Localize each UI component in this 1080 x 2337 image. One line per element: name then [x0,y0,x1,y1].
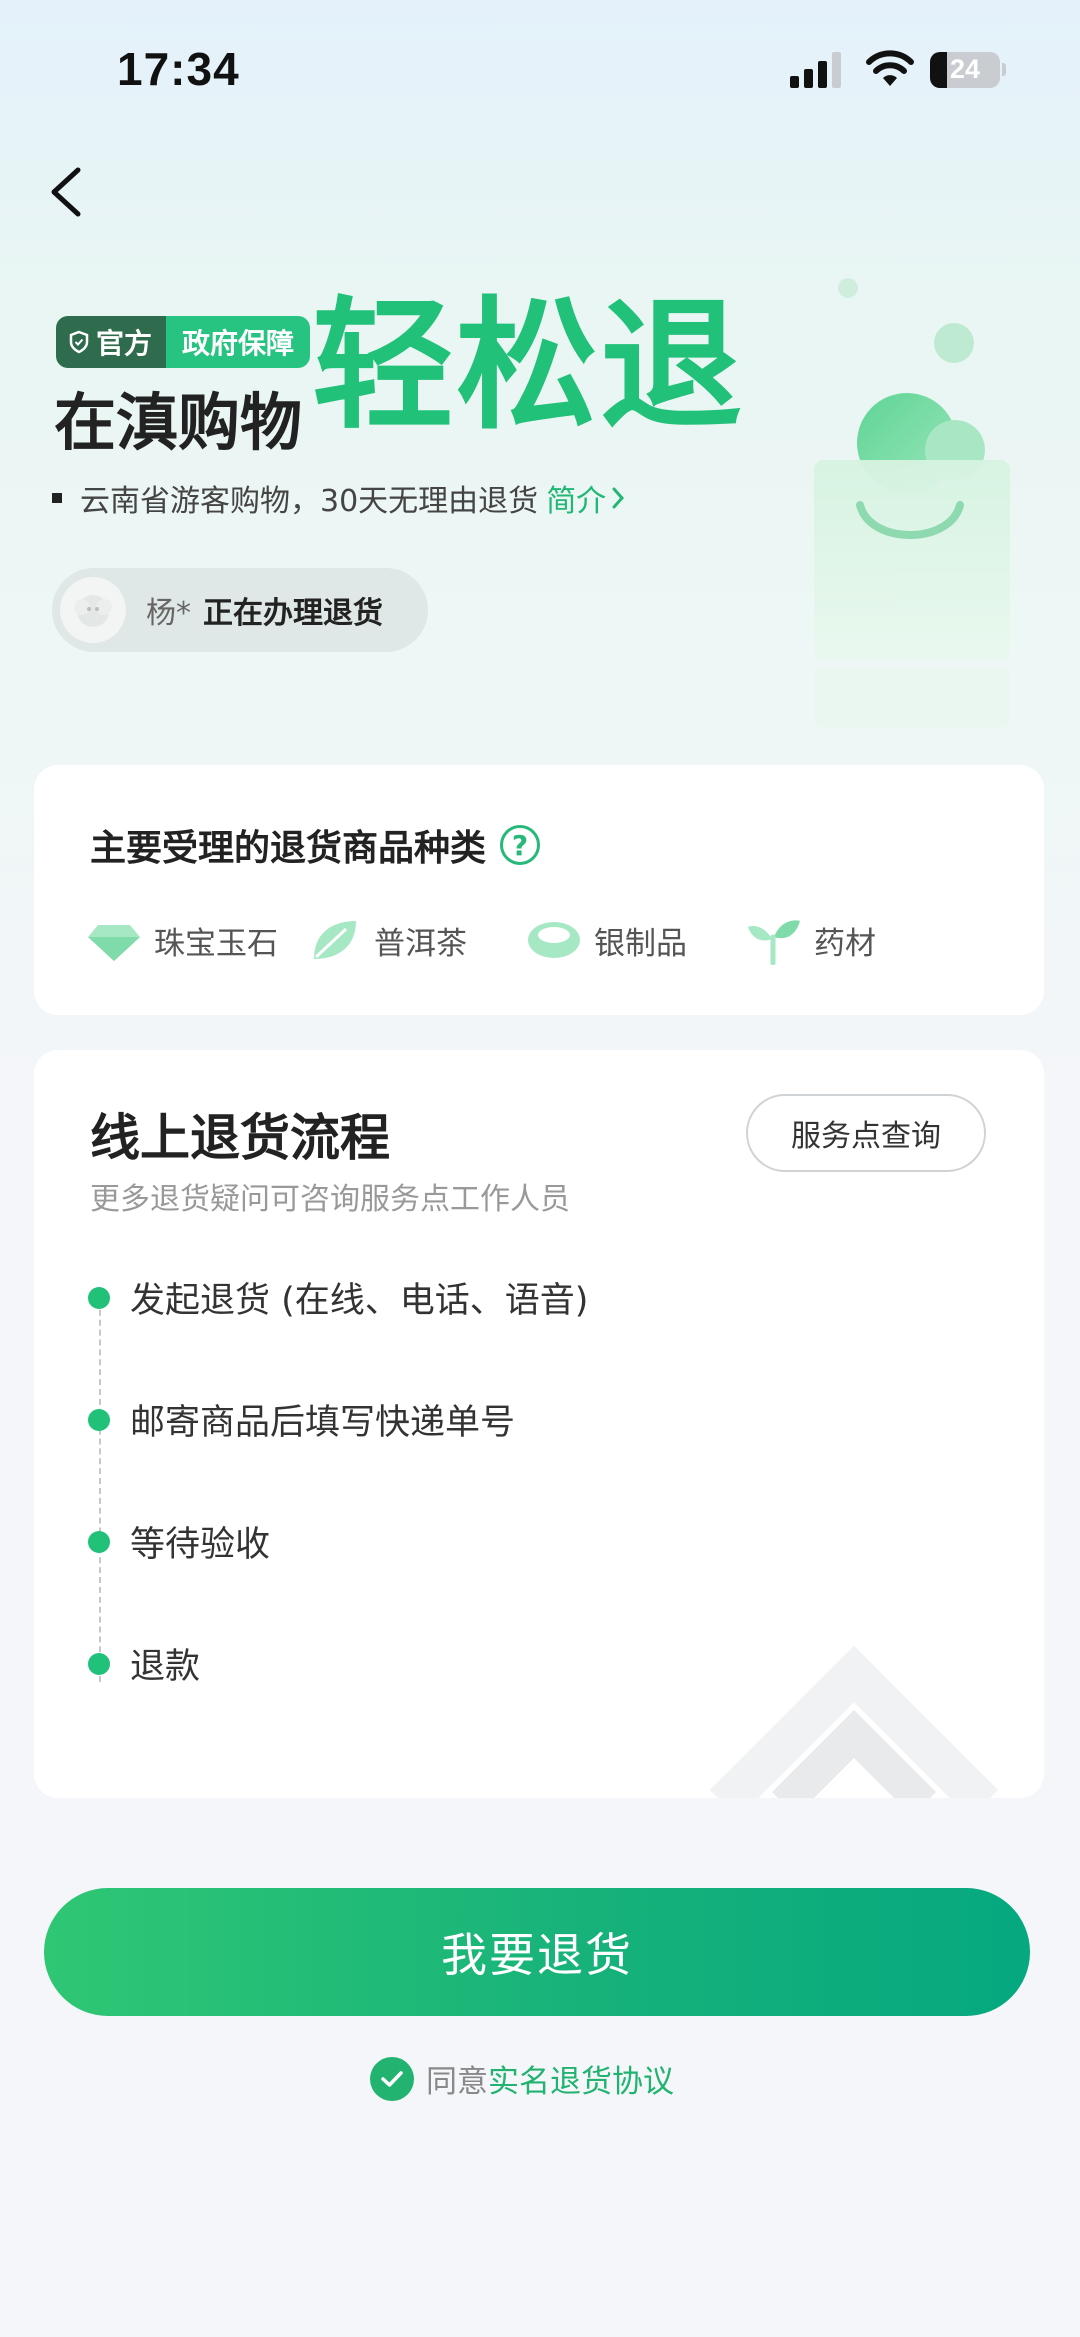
step-item: 等待验收 [88,1516,270,1567]
status-time: 17:34 [117,43,240,95]
shield-icon [69,330,89,354]
return-notification: 杨* 正在办理退货 [52,568,428,652]
category-herb: 药材 [746,915,896,965]
categories-title: 主要受理的退货商品种类 [90,828,487,869]
hero-subtitle-row: 云南省游客购物，30天无理由退货 简介 [52,476,626,520]
notify-status: 正在办理退货 [203,596,383,631]
chevron-left-icon[interactable] [46,166,86,218]
agreement-link[interactable]: 实名退货协议 [488,2056,674,2101]
step-dot [88,1408,110,1431]
category-jewelry: 珠宝玉石 [86,915,306,965]
chevron-right-icon[interactable] [610,485,626,511]
process-title: 线上退货流程 [90,1109,390,1167]
check-icon [381,2070,403,2087]
step-dot [88,1286,110,1309]
step-text: 发起退货 (在线、电话、语音) [130,1281,589,1321]
hero-title-main: 轻松退 [312,284,744,449]
category-silver: 银制品 [526,915,746,965]
battery-tip [1002,63,1006,76]
category-label: 普洱茶 [374,925,467,962]
elephant-avatar-icon [74,595,112,627]
categories-card: 主要受理的退货商品种类 ? 珠宝玉石 普洱茶 银制品 药材 [34,765,1044,1015]
tea-leaf-icon [314,921,356,959]
category-label: 珠宝玉石 [154,925,278,962]
service-point-button[interactable]: 服务点查询 [746,1094,986,1172]
bullet-square [52,493,62,503]
category-label: 药材 [814,925,876,962]
notify-name: 杨* [146,596,191,631]
process-card: 线上退货流程 更多退货疑问可咨询服务点工作人员 服务点查询 发起退货 (在线、电… [34,1050,1044,1798]
step-dot [88,1652,110,1675]
step-item: 邮寄商品后填写快递单号 [88,1394,515,1445]
categories-title-row: 主要受理的退货商品种类 ? [90,819,541,871]
decorative-chevron-icon [709,1645,999,1798]
agreement-row[interactable]: 同意 实名退货协议 [370,2056,674,2101]
official-badge: 官方 政府保障 [56,316,311,368]
silver-bracelet-icon [528,922,580,958]
step-text: 邮寄商品后填写快递单号 [130,1403,516,1443]
shopping-bag-illustration [814,278,1010,728]
battery-level: 24 [949,54,981,84]
avatar [60,577,126,643]
question-circle-icon[interactable]: ? [500,825,541,865]
hero-subtitle: 云南省游客购物，30天无理由退货 [80,484,539,519]
steps-connector [99,1290,101,1682]
battery-icon: 24 [930,52,1000,88]
agreement-prefix: 同意 [426,2064,488,2100]
step-text: 退款 [130,1647,201,1687]
hero-title-prefix: 在滇购物 [54,386,303,459]
badge-official: 官方 [56,316,167,368]
process-subtitle: 更多退货疑问可咨询服务点工作人员 [90,1182,570,1217]
category-tea: 普洱茶 [306,915,526,965]
category-label: 银制品 [594,925,687,962]
badge-gov: 政府保障 [166,316,311,368]
wifi-icon [866,50,914,86]
signal-icon [790,52,841,88]
request-return-button[interactable]: 我要退货 [44,1888,1030,2016]
intro-link[interactable]: 简介 [546,476,606,520]
category-list: 珠宝玉石 普洱茶 银制品 药材 [86,915,896,965]
step-text: 等待验收 [130,1525,271,1565]
gem-icon [88,925,140,961]
step-item: 发起退货 (在线、电话、语音) [88,1272,588,1323]
agree-checkbox[interactable] [370,2056,414,2101]
step-dot [88,1530,110,1553]
badge-official-label: 官方 [96,327,153,360]
herb-sprout-icon [748,920,800,965]
step-item: 退款 [88,1638,200,1689]
